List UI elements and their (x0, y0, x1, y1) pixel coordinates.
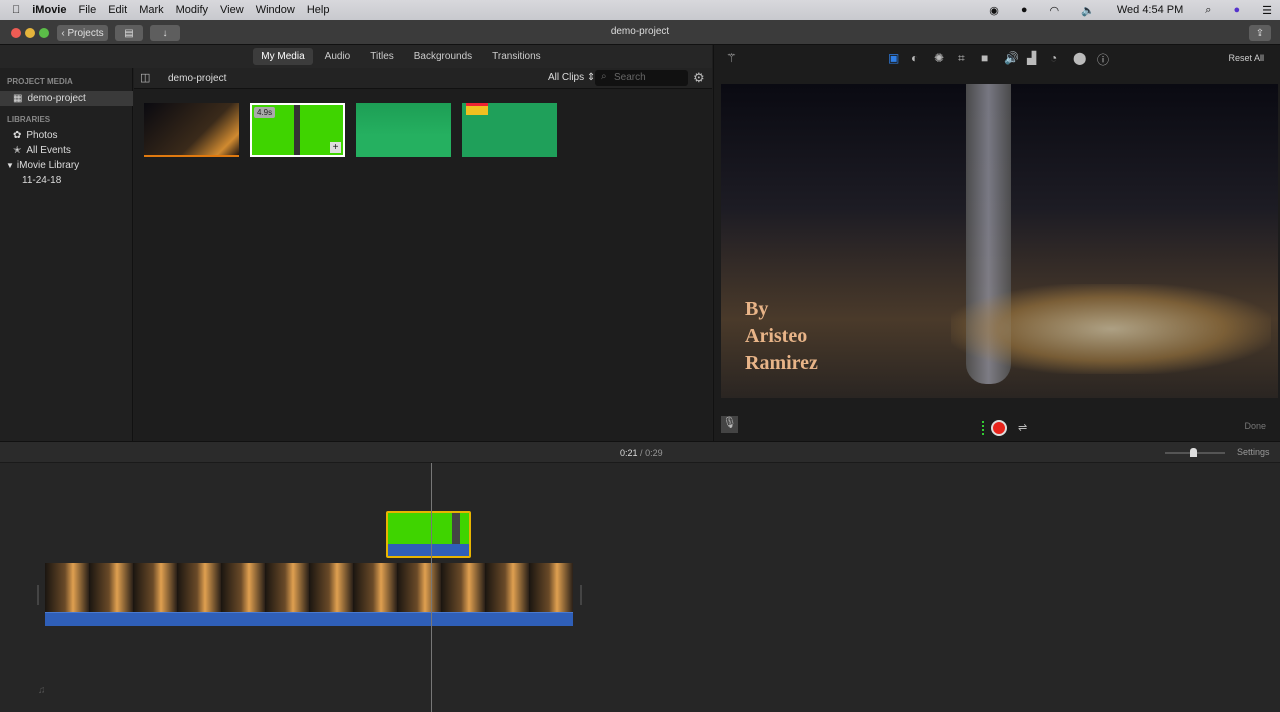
timeline: ♫ (0, 463, 1280, 712)
settings-button[interactable]: Settings (1237, 447, 1270, 457)
tab-my-media[interactable]: My Media (253, 48, 313, 65)
menu-view[interactable]: View (220, 4, 244, 16)
record-button[interactable] (991, 420, 1007, 436)
disclosure-triangle-icon[interactable]: ▼ (6, 161, 14, 170)
gear-icon[interactable]: ⚙ (693, 70, 705, 86)
menu-file[interactable]: File (78, 4, 96, 16)
zoom-slider-thumb[interactable] (1190, 448, 1197, 457)
filter-icon[interactable]: ⬤ (1073, 51, 1086, 65)
clip-filter-select[interactable]: All Clips ⇕ (548, 72, 595, 83)
title-bar: ‹ Projects ▤ ↓ demo-project ⇪ (0, 20, 1280, 45)
tab-transitions[interactable]: Transitions (484, 48, 549, 65)
tab-backgrounds[interactable]: Backgrounds (406, 48, 480, 65)
clip-thumbnail-audio-1[interactable] (356, 103, 451, 157)
menu-help[interactable]: Help (307, 4, 330, 16)
sidebar-toggle-icon[interactable]: ◫ (140, 71, 150, 84)
sidebar-item-photos[interactable]: ✿ Photos (0, 128, 133, 143)
sidebar: PROJECT MEDIA ▦ demo-project LIBRARIES ✿ P… (0, 68, 133, 441)
libraries-header: LIBRARIES (7, 115, 51, 124)
notification-center-icon[interactable]: ☰ (1262, 4, 1272, 17)
clip-thumbnail-audio-2[interactable] (462, 103, 557, 157)
zoom-slider[interactable] (1165, 448, 1225, 457)
apple-icon[interactable]:  (12, 4, 20, 16)
timeline-header: 0:21 / 0:29 Settings (0, 441, 1280, 463)
speed-icon[interactable]: ◔ (1050, 51, 1057, 65)
video-preview: By Aristeo Ramirez (721, 84, 1278, 398)
clip-audio-track (388, 544, 469, 556)
tab-titles[interactable]: Titles (362, 48, 402, 65)
reset-all-button[interactable]: Reset All (1228, 53, 1264, 63)
menu-modify[interactable]: Modify (176, 4, 208, 16)
timecode: 0:21 / 0:29 (620, 448, 663, 458)
microphone-button[interactable]: 🎙 (721, 416, 738, 433)
clip-thumbnail-street[interactable] (144, 103, 239, 157)
menu-window[interactable]: Window (256, 4, 295, 16)
search-input[interactable]: ⌕ Search (595, 70, 688, 86)
menu-app[interactable]: iMovie (32, 4, 66, 16)
sidebar-item-all-events[interactable]: ✭ All Events (0, 143, 133, 158)
done-button[interactable]: Done (1244, 421, 1266, 431)
sidebar-item-event[interactable]: 11-24-18 (0, 173, 133, 188)
green-screen-clip[interactable] (386, 511, 471, 558)
menu-mark[interactable]: Mark (139, 4, 163, 16)
siri-icon[interactable]: ● (1233, 4, 1240, 16)
search-icon: ⌕ (601, 71, 607, 82)
media-browser: ◫ demo-project All Clips ⇕ ⌕ Search ⚙ 4.9… (134, 68, 712, 441)
magic-wand-icon[interactable]: ⚚ (726, 51, 737, 65)
browser-title: demo-project (168, 73, 227, 84)
clip-duration-badge: 4.9s (254, 107, 276, 118)
menu-bar:  iMovie File Edit Mark Modify View Wind… (0, 0, 1280, 20)
project-media-header: PROJECT MEDIA (7, 77, 73, 86)
share-icon: ⇪ (1255, 27, 1265, 39)
music-note-icon: ♫ (38, 685, 46, 696)
video-overlay-icon[interactable]: ▣ (888, 51, 899, 65)
status-icon[interactable]: ● (1021, 4, 1028, 16)
microphone-icon: 🎙 (722, 417, 737, 429)
smoke-column (294, 105, 300, 155)
tab-audio[interactable]: Audio (317, 48, 359, 65)
stabilization-icon[interactable]: ■ (981, 51, 988, 65)
window-title: demo-project (610, 26, 670, 37)
theater-marquee (951, 284, 1271, 374)
sidebar-item-library[interactable]: ▼ iMovie Library (0, 158, 133, 173)
level-meter (982, 421, 985, 435)
spotlight-icon[interactable]: ⌕ (1205, 4, 1211, 17)
volume-icon[interactable]: 🔈 (1081, 4, 1095, 17)
clip-trim-handle-right[interactable] (580, 585, 582, 605)
smoke-column (452, 513, 460, 544)
color-balance-icon[interactable]: ◐ (911, 51, 918, 65)
viewer: ⚚ ▣ ◐ ✺ ⌗ ■ 🔊 ▟ ◔ ⬤ ⓘ Reset All By Arist… (713, 45, 1280, 441)
volume-icon[interactable]: 🔊 (1004, 51, 1019, 65)
playhead[interactable] (431, 463, 432, 712)
audio-peak-marker (466, 103, 488, 115)
equalizer-icon[interactable]: ▟ (1027, 51, 1036, 65)
wifi-icon[interactable]: ◠ (1050, 4, 1060, 17)
voiceover-options-icon[interactable]: ⇌ (1018, 421, 1027, 434)
add-clip-icon[interactable]: + (330, 142, 341, 153)
menu-edit[interactable]: Edit (108, 4, 127, 16)
color-palette-icon[interactable]: ✺ (934, 51, 944, 65)
record-status-icon[interactable]: ◉ (989, 4, 999, 17)
star-icon: ✭ (13, 145, 22, 156)
photos-icon: ✿ (13, 130, 22, 141)
clapper-icon: ▦ (13, 93, 23, 104)
crop-icon[interactable]: ⌗ (958, 51, 965, 66)
sidebar-item-project[interactable]: ▦ demo-project (0, 91, 133, 106)
clip-trim-handle-left[interactable] (37, 585, 39, 605)
info-icon[interactable]: ⓘ (1097, 51, 1109, 68)
clock[interactable]: Wed 4:54 PM (1117, 4, 1183, 16)
title-overlay: By Aristeo Ramirez (745, 298, 818, 374)
main-audio-track[interactable] (45, 612, 573, 626)
share-button[interactable]: ⇪ (1249, 25, 1271, 41)
clip-thumbnail-green-screen[interactable]: 4.9s + (250, 103, 345, 157)
media-tabs: My Media Audio Titles Backgrounds Transi… (0, 45, 712, 68)
main-video-clip[interactable] (45, 563, 573, 612)
